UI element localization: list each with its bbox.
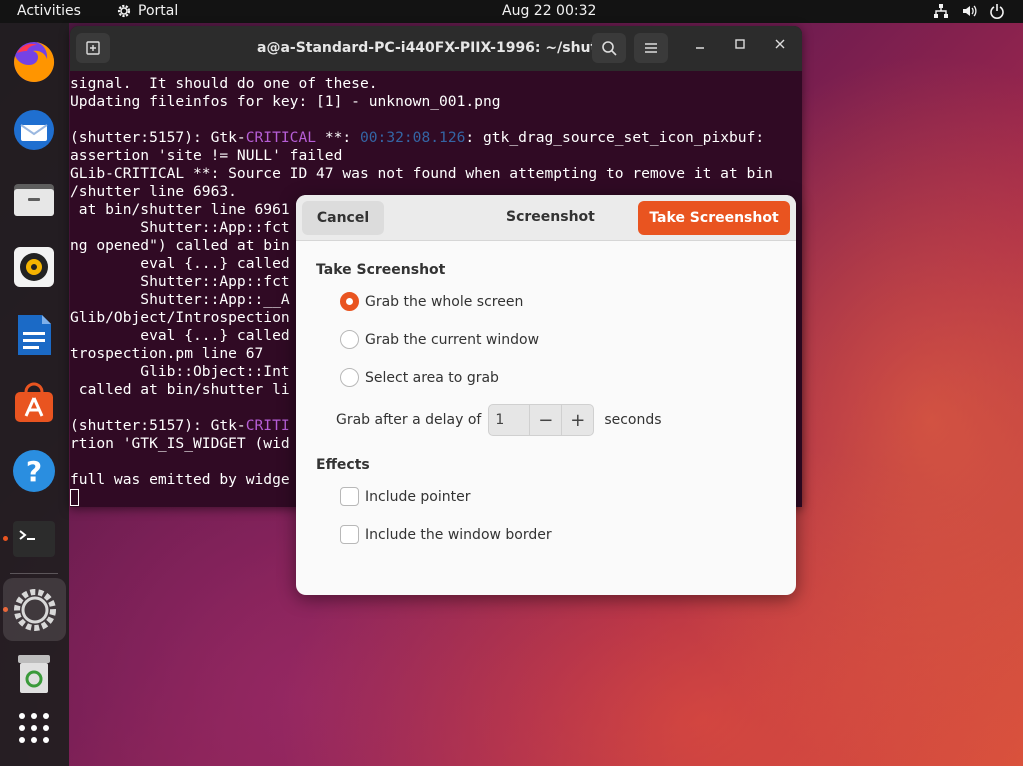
terminal-line: Updating fileinfos for key: [1] - unknow… <box>70 93 501 110</box>
option-whole-screen[interactable]: Grab the whole screen <box>340 292 523 311</box>
effect-include-pointer[interactable]: Include pointer <box>340 487 471 506</box>
screenshot-dialog: Cancel Screenshot Take Screenshot Take S… <box>296 195 796 595</box>
option-select-area[interactable]: Select area to grab <box>340 368 499 387</box>
terminal-line: GLib-CRITICAL **: Source ID 47 was not f… <box>70 165 773 182</box>
trash-launcher[interactable] <box>11 651 57 697</box>
maximize-icon <box>735 39 745 49</box>
writer-launcher[interactable] <box>11 312 57 358</box>
firefox-launcher[interactable] <box>11 39 57 85</box>
volume-icon <box>963 5 977 17</box>
network-icon <box>934 4 948 18</box>
minimize-button[interactable] <box>690 38 710 54</box>
effect-include-pointer-label: Include pointer <box>365 488 471 505</box>
dialog-header: Cancel Screenshot Take Screenshot <box>296 195 796 241</box>
delay-input[interactable]: 1 <box>489 405 529 435</box>
radio-current-window[interactable] <box>340 330 359 349</box>
terminal-line: assertion 'site != NULL' failed <box>70 147 343 164</box>
terminal-line: signal. It should do one of these. <box>70 75 378 92</box>
cancel-button[interactable]: Cancel <box>302 201 384 235</box>
document-icon <box>18 315 51 355</box>
thunderbird-launcher[interactable] <box>11 107 57 153</box>
speaker-icon <box>14 247 54 287</box>
rhythmbox-launcher[interactable] <box>11 244 57 290</box>
radio-select-area[interactable] <box>340 368 359 387</box>
effect-include-border[interactable]: Include the window border <box>340 525 552 544</box>
window-title: a@a-Standard-PC-i440FX-PIIX-1996: ~/shut… <box>257 40 621 56</box>
app-center-launcher[interactable] <box>11 380 57 426</box>
firefox-icon <box>14 41 55 82</box>
dialog-title: Screenshot <box>506 209 595 225</box>
svg-text:?: ? <box>26 455 42 488</box>
dock-separator <box>10 573 58 574</box>
activities-button[interactable]: Activities <box>17 3 81 19</box>
effects-heading: Effects <box>316 457 370 473</box>
thunderbird-icon <box>14 110 54 150</box>
take-screenshot-button[interactable]: Take Screenshot <box>638 201 790 235</box>
search-icon <box>602 41 617 56</box>
close-button[interactable] <box>770 38 790 54</box>
terminal-header[interactable]: a@a-Standard-PC-i440FX-PIIX-1996: ~/shut… <box>70 26 802 71</box>
new-tab-button[interactable] <box>76 33 110 63</box>
hamburger-icon <box>645 43 657 53</box>
dock: ? <box>0 23 69 766</box>
delay-label: Grab after a delay of <box>336 412 482 428</box>
files-launcher[interactable] <box>11 176 57 222</box>
terminal-icon <box>13 521 55 557</box>
menu-button[interactable] <box>634 33 668 63</box>
app-menu[interactable]: Portal <box>116 3 178 19</box>
minimize-icon <box>696 47 704 49</box>
help-icon: ? <box>13 450 55 492</box>
close-icon <box>775 39 785 49</box>
radio-whole-screen[interactable] <box>340 292 359 311</box>
shutter-launcher[interactable] <box>3 578 66 641</box>
delay-increment-button[interactable]: + <box>561 405 593 435</box>
top-bar: Activities Portal Aug 22 00:32 <box>0 0 1023 23</box>
delay-row: Grab after a delay of 1 − + seconds <box>336 404 662 436</box>
running-indicator <box>3 536 8 541</box>
effect-include-border-label: Include the window border <box>365 526 552 543</box>
terminal-cursor <box>70 489 79 506</box>
new-tab-icon <box>86 41 100 55</box>
option-select-area-label: Select area to grab <box>365 369 499 386</box>
help-launcher[interactable]: ? <box>11 448 57 494</box>
checkbox-include-pointer[interactable] <box>340 487 359 506</box>
option-current-window-label: Grab the current window <box>365 331 540 348</box>
delay-decrement-button[interactable]: − <box>529 405 561 435</box>
search-button[interactable] <box>592 33 626 63</box>
system-tray[interactable] <box>933 3 1005 19</box>
clock[interactable]: Aug 22 00:32 <box>502 3 596 19</box>
delay-spinner[interactable]: 1 − + <box>488 404 595 436</box>
shutter-gear-icon <box>13 588 56 631</box>
app-name: Portal <box>138 3 179 19</box>
trash-icon <box>18 655 50 693</box>
power-icon <box>990 4 1004 19</box>
checkbox-include-border[interactable] <box>340 525 359 544</box>
delay-unit: seconds <box>604 412 662 428</box>
terminal-launcher[interactable] <box>11 516 57 562</box>
gear-icon <box>117 4 131 18</box>
option-current-window[interactable]: Grab the current window <box>340 330 539 349</box>
store-bag-icon <box>15 382 53 422</box>
files-icon <box>14 184 54 216</box>
app-grid-icon <box>19 713 49 743</box>
maximize-button[interactable] <box>730 38 750 54</box>
terminal-line: (shutter:5157): Gtk-CRITICAL **: 00:32:0… <box>70 129 765 146</box>
show-apps-button[interactable] <box>11 705 57 751</box>
option-whole-screen-label: Grab the whole screen <box>365 293 524 310</box>
take-screenshot-heading: Take Screenshot <box>316 262 446 278</box>
